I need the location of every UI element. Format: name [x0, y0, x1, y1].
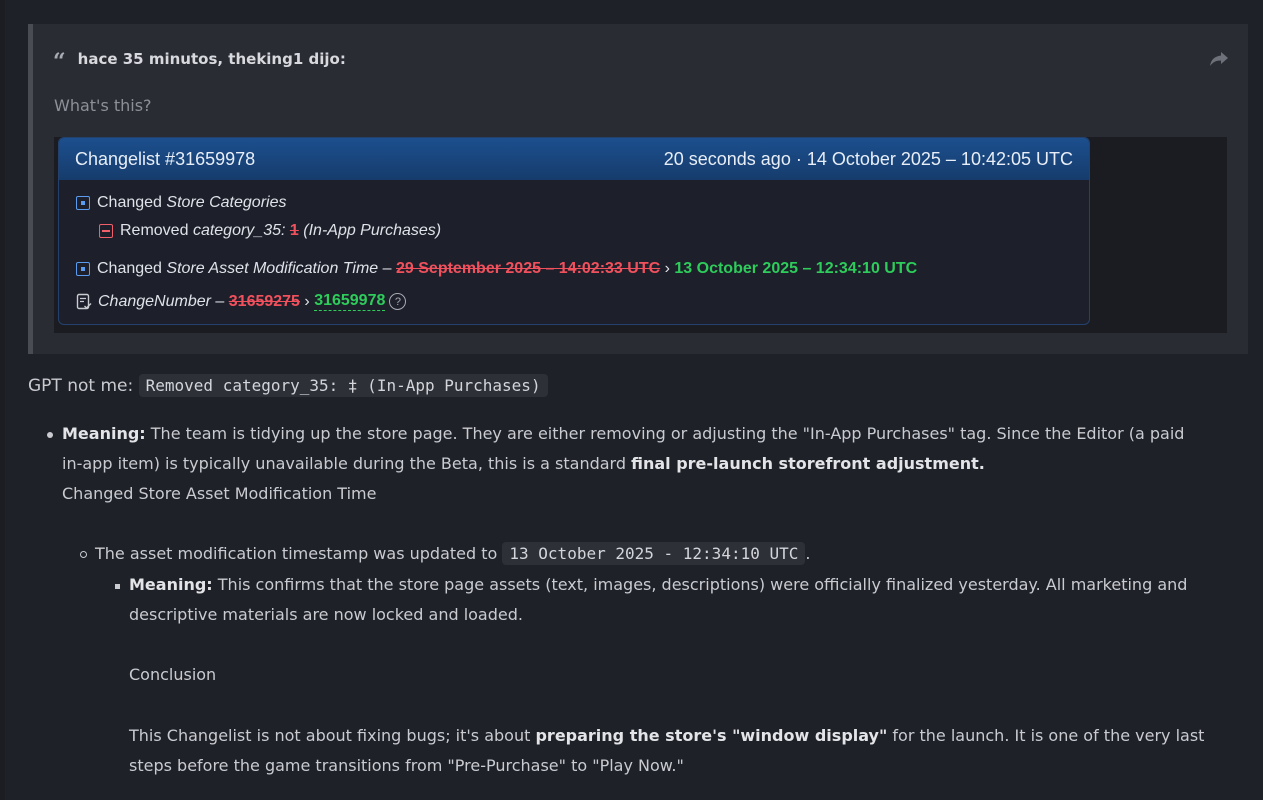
bullet-circle [80, 551, 87, 558]
bullet-square [115, 584, 120, 589]
quote-icon: “ [53, 49, 66, 75]
bullet-disc [47, 432, 53, 438]
left-gutter [0, 0, 5, 800]
bullet-meaning-1-cont: in-app item) is typically unavailable du… [62, 454, 985, 473]
change-row-changenumber: ChangeNumber – 31659275 › 31659978 ? [76, 292, 407, 311]
change-row-categories: Changed Store Categories [76, 194, 286, 212]
quote-text: What's this? [54, 96, 152, 115]
quote-block: “ hace 35 minutos, theking1 dijo: What's… [28, 24, 1248, 354]
inline-code: Removed category_35: ‡ (In-App Purchases… [138, 374, 548, 397]
share-icon[interactable] [1208, 50, 1230, 68]
sub-bullet-timestamp: The asset modification timestamp was upd… [95, 542, 811, 565]
changelist-card: Changelist #31659978 20 seconds ago · 14… [58, 137, 1090, 325]
section-heading-asset-time: Changed Store Asset Modification Time [62, 484, 377, 503]
conclusion-heading: Conclusion [129, 665, 217, 684]
help-icon[interactable]: ? [389, 293, 407, 310]
change-row-removed: Removed category_35: 1 (In-App Purchases… [99, 222, 441, 240]
sub-sub-bullet-meaning-cont: descriptive materials are now locked and… [129, 605, 523, 624]
changelist-header: Changelist #31659978 20 seconds ago · 14… [59, 138, 1089, 180]
bullet-meaning-1: Meaning: The team is tidying up the stor… [62, 424, 1185, 443]
conclusion-text-cont: steps before the game transitions from "… [129, 756, 684, 775]
changelist-title: Changelist #31659978 [75, 148, 256, 169]
conclusion-text: This Changelist is not about fixing bugs… [129, 726, 1205, 745]
changed-icon [76, 196, 90, 210]
changed-icon [76, 262, 90, 276]
changenumber-link[interactable]: 31659978 [314, 292, 386, 311]
quote-header: “ hace 35 minutos, theking1 dijo: [53, 49, 346, 75]
inline-code-timestamp: 13 October 2025 - 12:34:10 UTC [502, 542, 806, 565]
document-check-icon [76, 293, 92, 309]
changelist-timestamp: 20 seconds ago · 14 October 2025 – 10:42… [663, 148, 1073, 169]
sub-sub-bullet-meaning: Meaning: This confirms that the store pa… [129, 575, 1188, 594]
gpt-line: GPT not me: Removed category_35: ‡ (In-A… [28, 374, 548, 397]
quote-author[interactable]: hace 35 minutos, theking1 dijo: [78, 50, 346, 68]
removed-icon [99, 224, 113, 238]
change-row-asset-time: Changed Store Asset Modification Time – … [76, 260, 917, 278]
